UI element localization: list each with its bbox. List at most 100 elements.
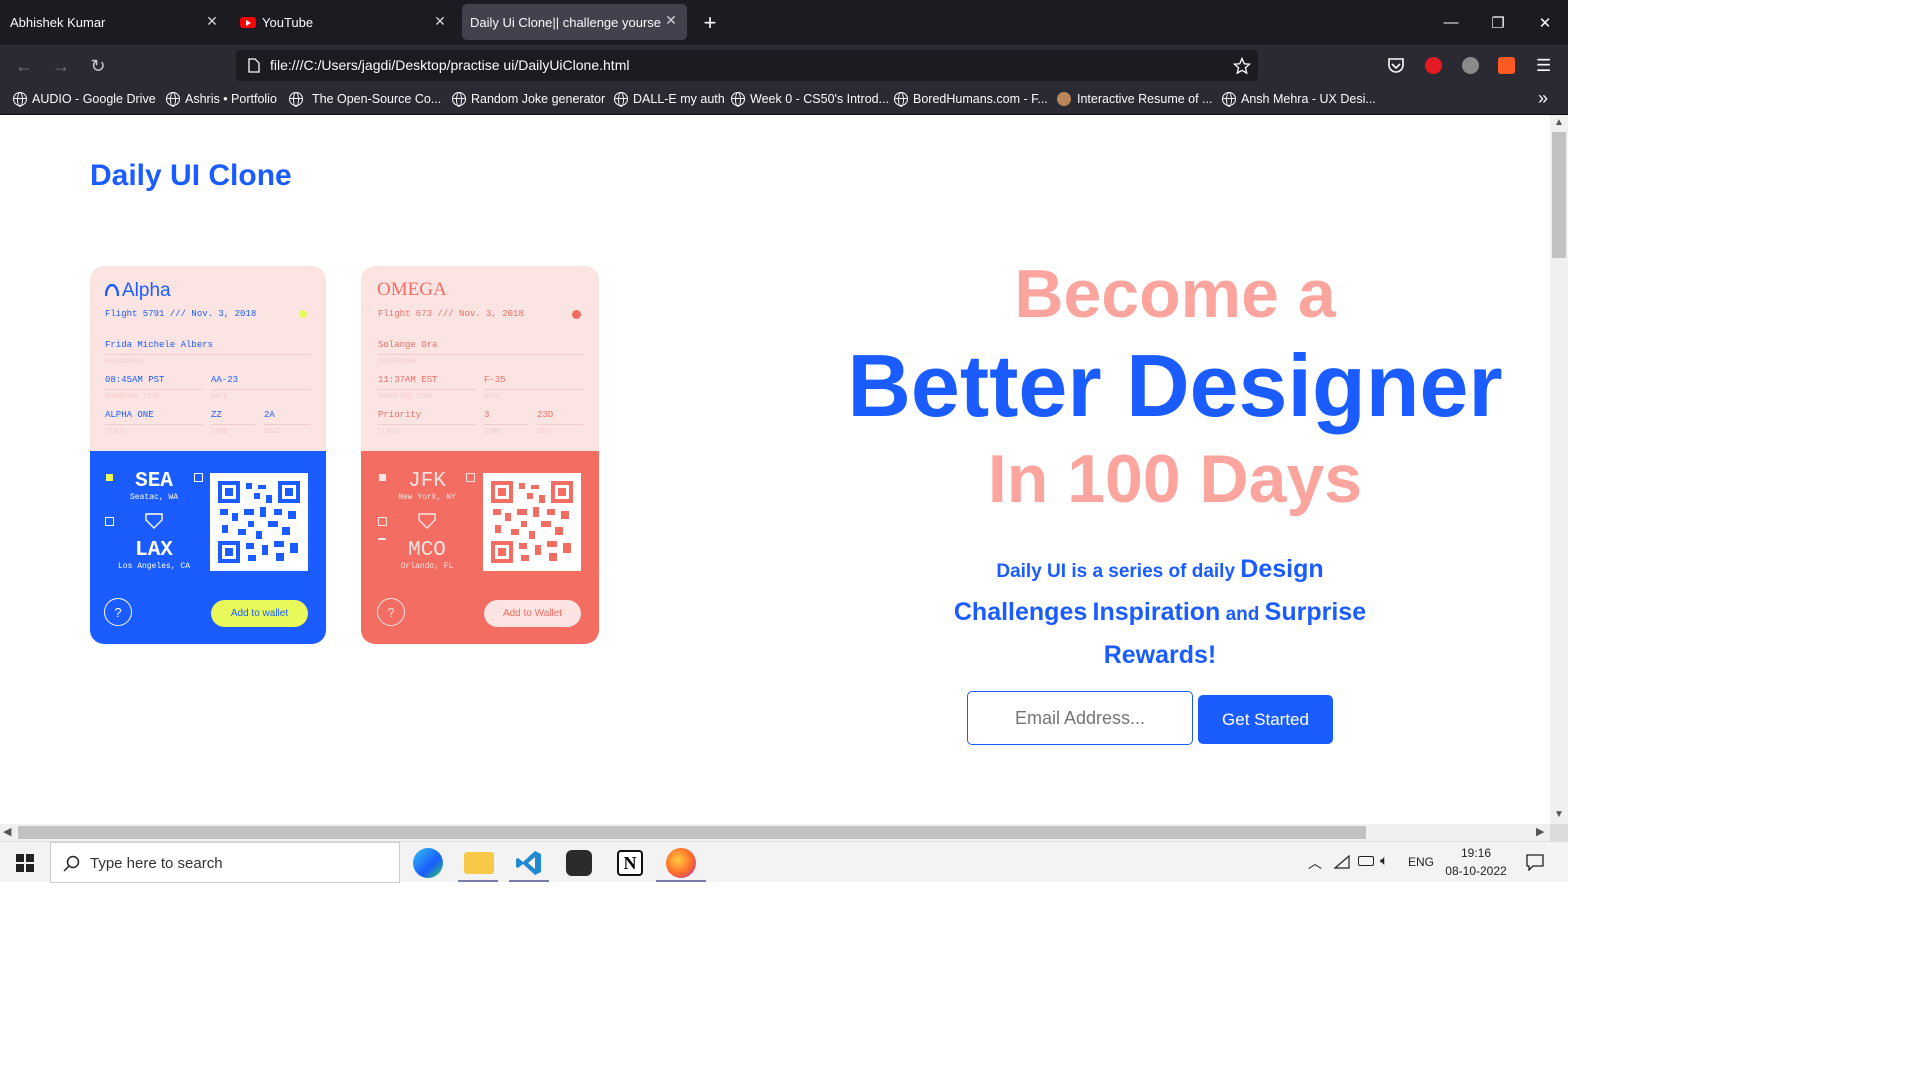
windows-start-icon[interactable] xyxy=(16,854,34,872)
tab-label: Abhishek Kumar xyxy=(10,15,106,30)
qr-code xyxy=(483,473,581,571)
help-button[interactable]: ? xyxy=(104,598,132,626)
passenger-label: PASSENGER xyxy=(105,358,143,366)
boarding-time-label: BOARDING TIME xyxy=(378,393,433,401)
page-icon xyxy=(248,58,260,73)
description: Daily UI is a series of daily Design Cha… xyxy=(930,549,1390,678)
extension-orange-icon[interactable] xyxy=(1498,57,1515,74)
minimize-button[interactable]: — xyxy=(1428,0,1474,45)
scroll-left-icon[interactable]: ◀ xyxy=(3,825,11,838)
bookmark-item[interactable]: Interactive Resume of ... xyxy=(1057,92,1212,106)
adblock-icon[interactable] xyxy=(1425,57,1442,74)
bookmark-item[interactable]: BoredHumans.com - F... xyxy=(894,92,1048,107)
zone-label: ZONE xyxy=(211,428,228,436)
close-window-button[interactable]: ✕ xyxy=(1522,0,1568,45)
vertical-scrollbar[interactable]: ▲ ▼ xyxy=(1550,115,1568,824)
tab-abhishek[interactable]: Abhishek Kumar ✕ xyxy=(0,0,228,45)
davinci-resolve-icon[interactable] xyxy=(566,850,592,876)
ticket-route: JFK New York, NY MCO Orlando, FL ? Add t… xyxy=(361,451,599,644)
zone-value: 3 xyxy=(484,410,490,420)
description-emphasis: Design xyxy=(1240,555,1324,583)
url-bar[interactable]: file:///C:/Users/jagdi/Desktop/practise … xyxy=(236,50,1258,81)
globe-icon xyxy=(452,92,466,107)
clock-time[interactable]: 19:16 xyxy=(1446,846,1506,860)
seat-value: 2A xyxy=(264,410,275,420)
scroll-down-icon[interactable]: ▼ xyxy=(1554,809,1564,820)
qr-pattern xyxy=(491,481,573,563)
brand-logo[interactable]: Daily UI Clone xyxy=(90,159,292,193)
square-outline-icon xyxy=(378,517,387,526)
restore-button[interactable]: ❐ xyxy=(1475,0,1521,45)
file-explorer-icon[interactable] xyxy=(464,852,494,874)
more-bookmarks-icon[interactable]: » xyxy=(1538,88,1548,109)
pocket-icon[interactable] xyxy=(1387,57,1405,74)
extension-gray-icon[interactable] xyxy=(1462,57,1479,74)
page-viewport: Daily UI Clone Alpha Flight 5791 /// Nov… xyxy=(0,115,1550,824)
email-field[interactable] xyxy=(967,691,1193,745)
reload-button[interactable]: ↻ xyxy=(85,53,111,79)
from-code: SEA xyxy=(135,470,173,493)
zone-value: ZZ xyxy=(211,410,222,420)
clock-date[interactable]: 08-10-2022 xyxy=(1440,864,1512,878)
scroll-thumb[interactable] xyxy=(18,826,1366,839)
bookmark-item[interactable]: Week 0 - CS50's Introd... xyxy=(731,92,889,107)
search-placeholder: Type here to search xyxy=(90,855,223,872)
class-value: Priority xyxy=(378,410,422,420)
star-icon[interactable] xyxy=(1233,57,1251,75)
bookmark-item[interactable]: Ansh Mehra - UX Desi... xyxy=(1222,92,1376,107)
add-to-wallet-button[interactable]: Add to wallet xyxy=(211,600,308,627)
bookmark-item[interactable]: DALL-E my auth xyxy=(614,92,725,107)
forward-button[interactable]: → xyxy=(48,53,74,79)
from-city: New York, NY xyxy=(398,493,456,502)
globe-icon xyxy=(894,92,908,107)
square-marker-icon xyxy=(379,474,386,481)
battery-icon[interactable] xyxy=(1358,856,1374,866)
wifi-icon[interactable] xyxy=(1334,855,1350,869)
taskbar-search[interactable]: Type here to search xyxy=(50,842,400,883)
close-tab-icon[interactable]: ✕ xyxy=(204,13,220,30)
new-tab-button[interactable]: + xyxy=(698,0,722,45)
tab-strip: Abhishek Kumar ✕ YouTube ✕ Daily Ui Clon… xyxy=(0,0,1568,45)
youtube-icon xyxy=(240,17,256,28)
close-tab-icon[interactable]: ✕ xyxy=(432,13,448,30)
horizontal-scrollbar[interactable]: ◀ ▶ xyxy=(0,824,1550,841)
gate: AA-23 xyxy=(211,375,239,385)
show-hidden-icons[interactable]: ︿ xyxy=(1308,853,1322,873)
edge-icon[interactable] xyxy=(413,848,443,878)
square-outline-icon xyxy=(194,473,203,482)
help-button[interactable]: ? xyxy=(377,598,405,626)
close-tab-icon[interactable]: ✕ xyxy=(663,12,679,29)
bookmark-label: DALL-E my auth xyxy=(633,92,725,106)
qr-pattern xyxy=(218,481,300,563)
description-text: Daily UI is a series of daily xyxy=(996,561,1236,582)
bookmark-item[interactable]: The Open-Source Co... xyxy=(289,92,442,107)
gate-label: GATE xyxy=(211,393,228,401)
volume-icon[interactable]: 🔈︎ xyxy=(1380,852,1388,869)
notion-icon[interactable]: N xyxy=(617,850,643,876)
language-indicator[interactable]: ENG xyxy=(1408,855,1434,869)
scroll-right-icon[interactable]: ▶ xyxy=(1536,825,1544,838)
hero-line-1: Become a xyxy=(1014,256,1336,332)
globe-icon xyxy=(1222,92,1236,107)
firefox-icon[interactable] xyxy=(666,848,696,878)
tab-youtube[interactable]: YouTube ✕ xyxy=(232,0,456,45)
tab-label: YouTube xyxy=(262,15,314,30)
bookmark-label: Interactive Resume of ... xyxy=(1077,92,1213,106)
alpha-logo-icon xyxy=(105,284,119,297)
scroll-thumb[interactable] xyxy=(1552,132,1566,258)
bookmark-item[interactable]: Random Joke generator xyxy=(452,92,606,107)
scroll-up-icon[interactable]: ▲ xyxy=(1554,117,1564,128)
bookmark-item[interactable]: Ashris • Portfolio xyxy=(166,92,277,107)
menu-icon[interactable]: ☰ xyxy=(1536,56,1551,76)
get-started-button[interactable]: Get Started xyxy=(1198,695,1333,744)
vscode-icon[interactable] xyxy=(514,848,544,878)
notifications-icon[interactable] xyxy=(1526,854,1544,871)
class-label: CLASS xyxy=(378,428,400,436)
bookmark-label: Random Joke generator xyxy=(471,92,606,106)
tab-daily-ui[interactable]: Daily Ui Clone|| challenge yourself [ ✕ xyxy=(462,4,687,40)
bookmark-item[interactable]: AUDIO - Google Drive xyxy=(13,92,156,107)
navigation-toolbar: ← → ↻ file:///C:/Users/jagdi/Desktop/pra… xyxy=(0,45,1568,86)
back-button[interactable]: ← xyxy=(11,53,37,79)
bookmark-label: The Open-Source Co... xyxy=(312,92,442,106)
add-to-wallet-button[interactable]: Add to Wallet xyxy=(484,600,581,627)
